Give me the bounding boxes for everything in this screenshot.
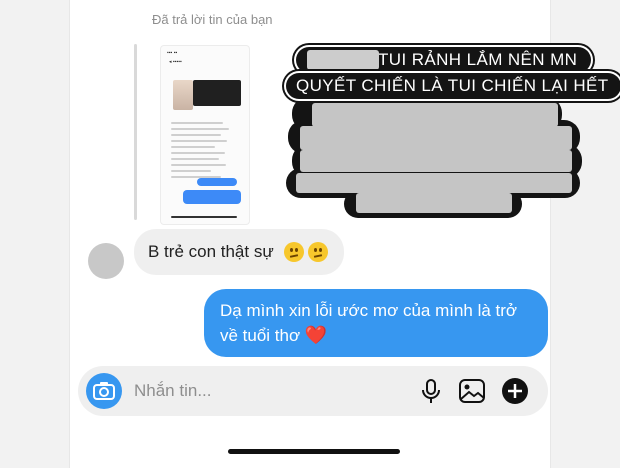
message-composer: Nhắn tin... xyxy=(78,366,548,416)
sent-message-bubble[interactable]: Dạ mình xin lỗi ước mơ của mình là trở v… xyxy=(204,289,548,357)
confused-face-icon xyxy=(307,242,328,262)
camera-button[interactable] xyxy=(86,373,122,409)
add-button[interactable] xyxy=(500,376,530,406)
caption-line-1-text: TUI RẢNH LẮM NÊN MN xyxy=(378,50,578,69)
thumb-photo xyxy=(173,80,193,110)
thumb-caption xyxy=(193,80,241,106)
thumb-header: ◂ ▪▪▪▪▪ xyxy=(169,59,182,65)
heart-emoji: ❤️ xyxy=(304,325,328,345)
microphone-icon xyxy=(422,379,440,403)
microphone-button[interactable] xyxy=(416,376,446,406)
confused-face-icon xyxy=(283,242,304,262)
redacted-text xyxy=(296,173,572,193)
redacted-text xyxy=(312,103,558,127)
caption-line-2: QUYẾT CHIẾN LÀ TUI CHIẾN LẠI HẾT xyxy=(286,73,620,99)
camera-icon xyxy=(93,382,115,400)
reply-quote-bar xyxy=(134,44,137,220)
home-indicator xyxy=(228,449,400,454)
received-message-text: B trẻ con thật sự xyxy=(148,242,274,261)
gallery-icon xyxy=(459,379,485,403)
quoted-screenshot-thumbnail[interactable]: ▪▪▪ ▪▪ ◂ ▪▪▪▪▪ xyxy=(160,45,250,225)
received-message-bubble[interactable]: B trẻ con thật sự xyxy=(134,229,344,275)
thumb-text-lines xyxy=(171,122,231,182)
thumb-status-bar: ▪▪▪ ▪▪ xyxy=(167,50,178,56)
plus-icon xyxy=(502,378,528,404)
thumb-sent-bubble xyxy=(183,190,241,204)
reply-context-label: Đã trả lời tin của bạn xyxy=(152,12,273,27)
redacted-text xyxy=(356,193,512,213)
redacted-text xyxy=(300,150,572,172)
avatar[interactable] xyxy=(88,243,124,279)
message-input[interactable]: Nhắn tin... xyxy=(134,381,212,401)
thumb-sent-bubble xyxy=(197,178,237,186)
gallery-button[interactable] xyxy=(457,376,487,406)
redacted-text xyxy=(300,126,572,150)
redacted-name xyxy=(307,50,379,70)
sent-message-text: Dạ mình xin lỗi ước mơ của mình là trở v… xyxy=(220,301,518,345)
thumb-home-indicator xyxy=(171,216,237,218)
